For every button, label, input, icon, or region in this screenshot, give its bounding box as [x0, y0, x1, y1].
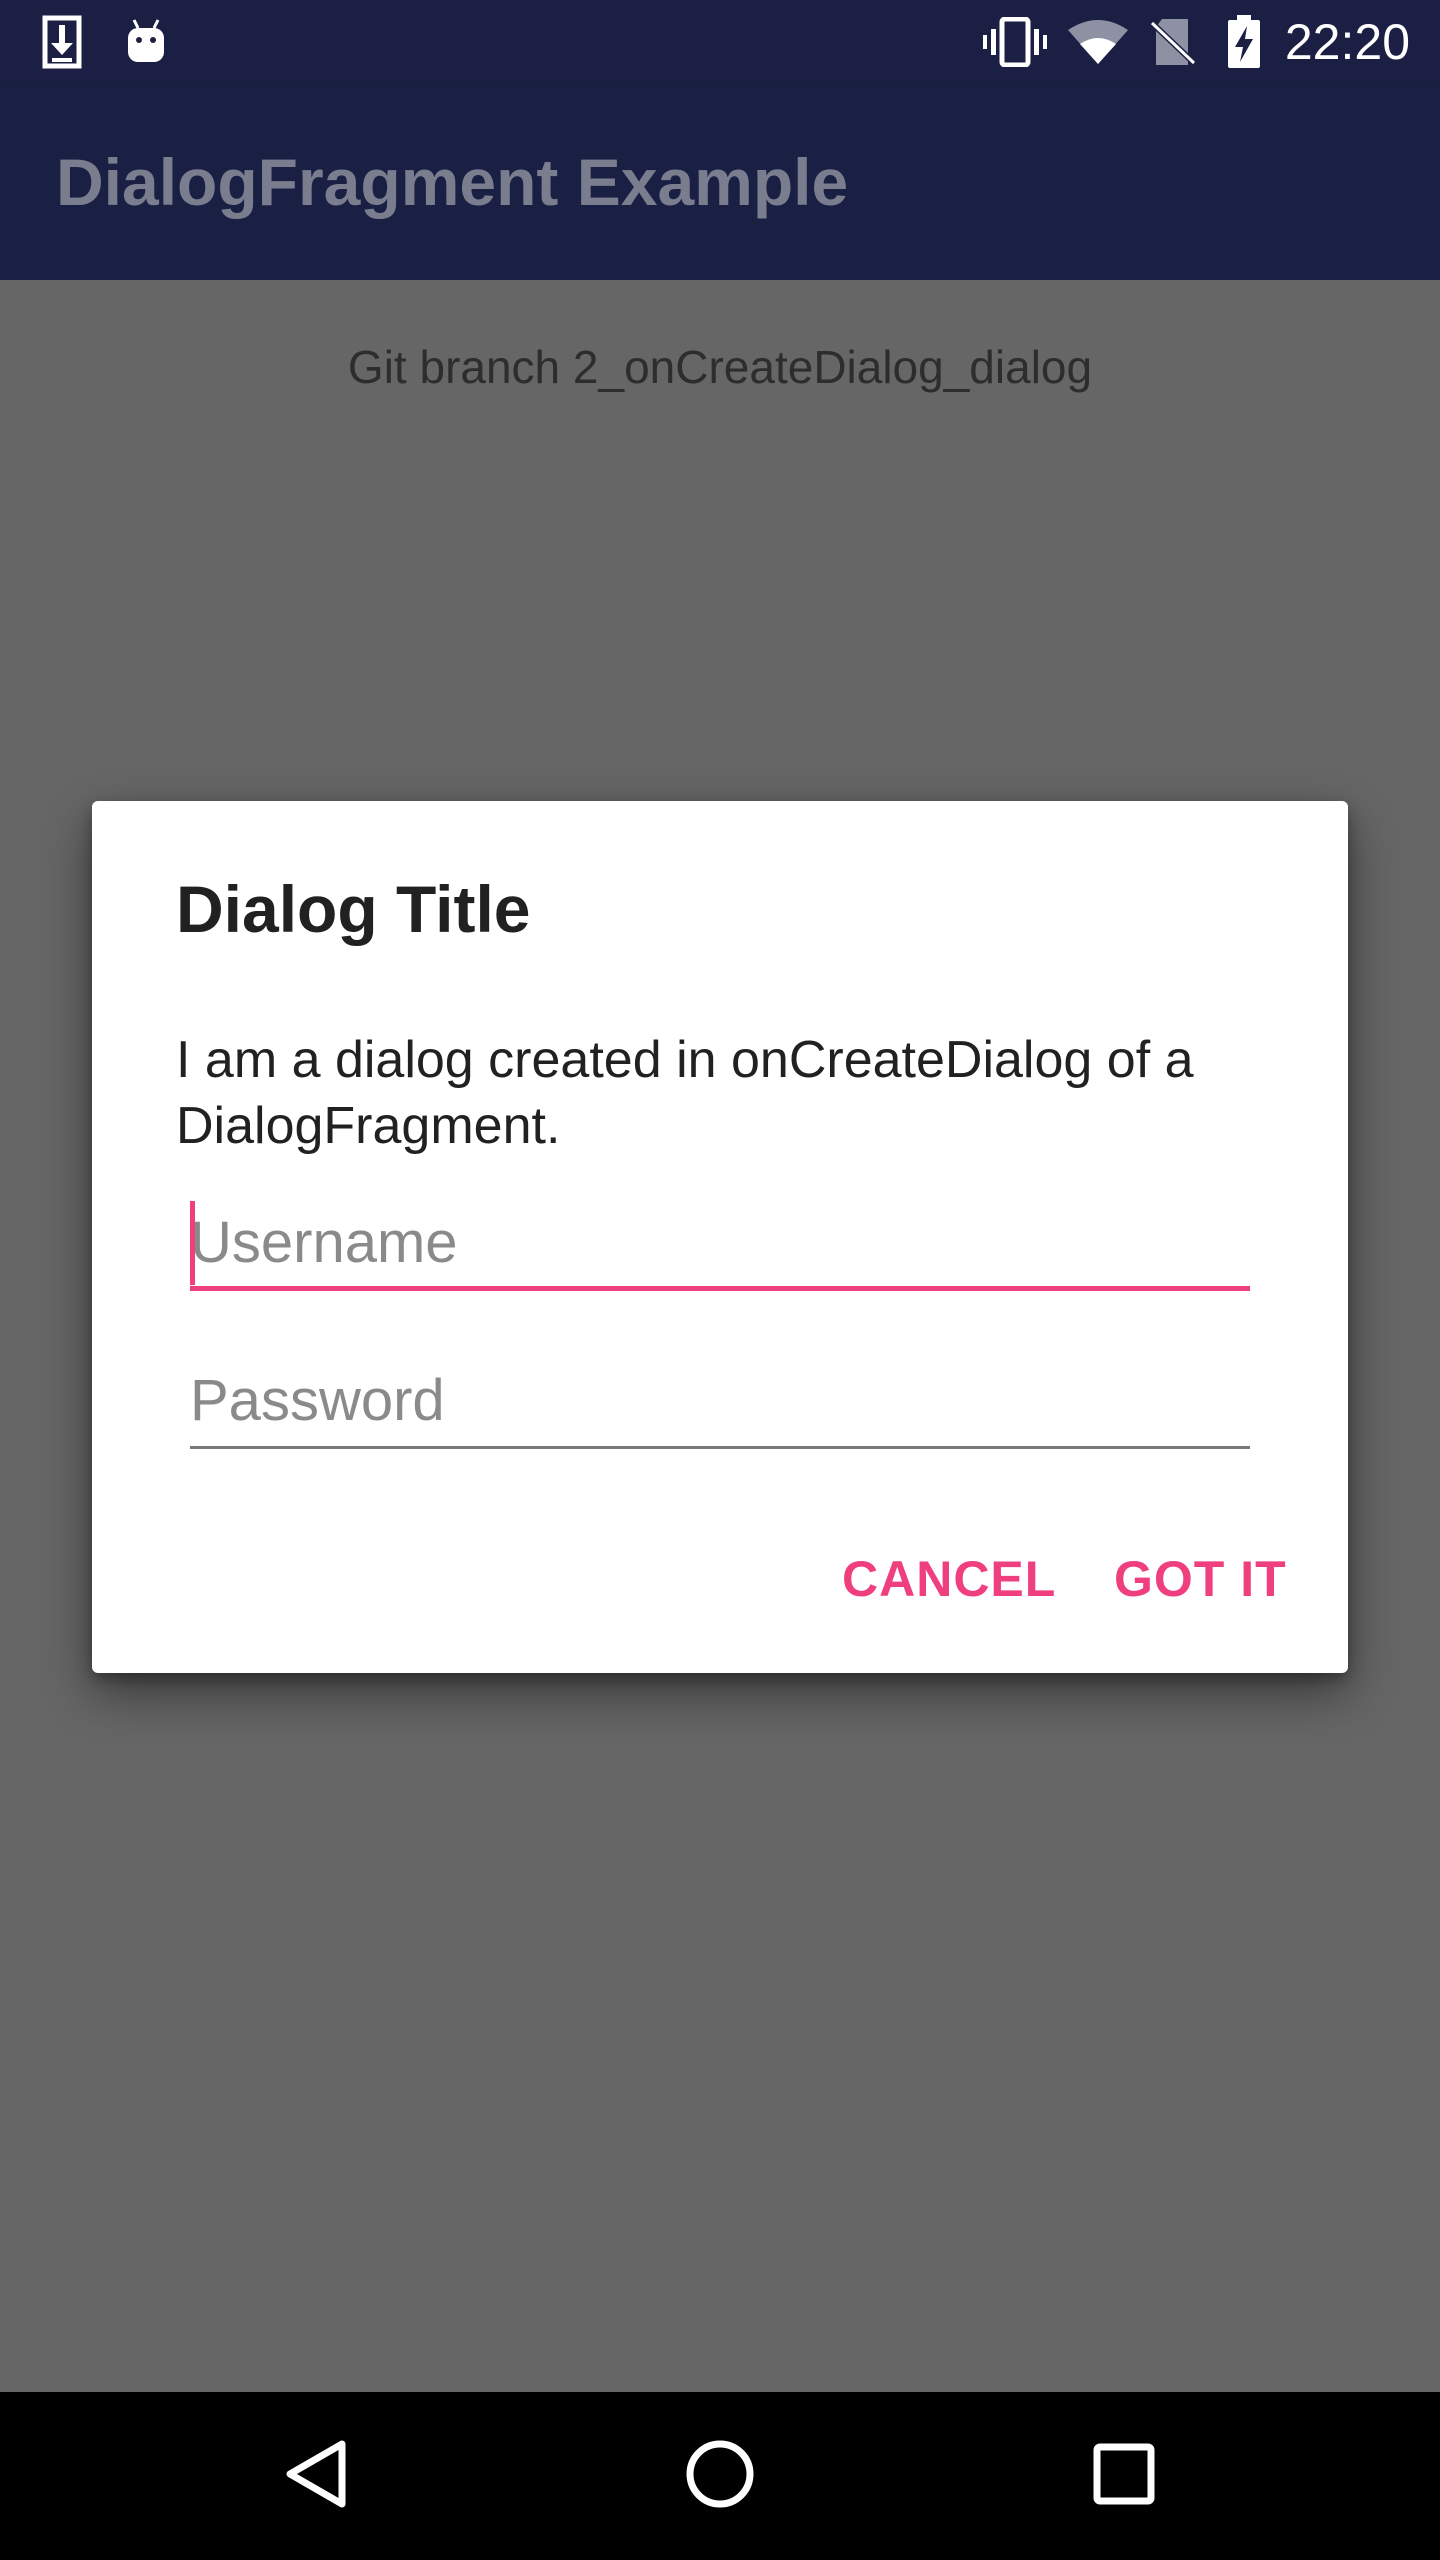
dialog-message: I am a dialog created in onCreateDialog …: [176, 1031, 1194, 1155]
home-button[interactable]: [670, 2426, 770, 2526]
password-input[interactable]: [190, 1355, 1250, 1445]
android-notification-icon: [124, 14, 168, 70]
cancel-button[interactable]: CANCEL: [842, 1531, 1056, 1627]
status-time: 22:20: [1284, 14, 1410, 70]
login-dialog: Dialog Title I am a dialog created in on…: [92, 801, 1348, 1673]
got-it-button[interactable]: GOT IT: [1114, 1531, 1287, 1627]
home-icon: [685, 2439, 755, 2514]
text-cursor: [190, 1201, 195, 1285]
recents-icon: [1092, 2442, 1156, 2511]
password-underline: [190, 1446, 1250, 1449]
back-button[interactable]: [266, 2426, 366, 2526]
no-sim-icon: [1150, 14, 1196, 70]
wifi-icon: [1066, 14, 1130, 70]
navigation-bar: [0, 2392, 1440, 2560]
username-input[interactable]: [190, 1197, 1250, 1287]
vibrate-icon: [982, 14, 1048, 70]
app-bar: DialogFragment Example: [0, 84, 1440, 280]
branch-label: Git branch 2_onCreateDialog_dialog: [347, 341, 1093, 393]
download-notification-icon: [42, 14, 82, 70]
back-icon: [284, 2438, 348, 2515]
username-field-container: [190, 1197, 1250, 1291]
app-title: DialogFragment Example: [56, 145, 849, 219]
username-underline: [190, 1286, 1250, 1291]
recents-button[interactable]: [1074, 2426, 1174, 2526]
dialog-title: Dialog Title: [176, 872, 531, 946]
password-field-container: [190, 1355, 1250, 1449]
battery-charging-icon: [1226, 14, 1262, 70]
status-bar: 22:20: [0, 0, 1440, 84]
